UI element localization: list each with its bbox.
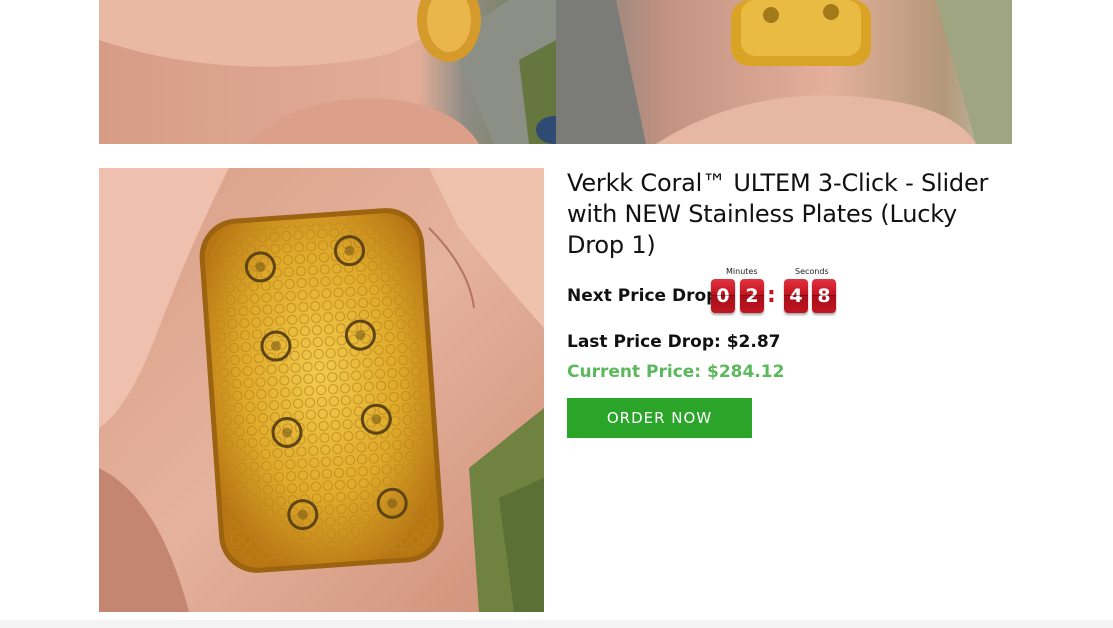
product-main-photo[interactable] bbox=[99, 168, 544, 612]
product-page: Verkk Coral™ ULTEM 3-Click - Slider with… bbox=[0, 0, 1113, 628]
minutes-label: Minutes bbox=[726, 267, 758, 276]
seconds-ones-digit: 8 bbox=[812, 279, 836, 313]
photo-coral-slider-in-hand bbox=[99, 168, 544, 612]
gallery-photo-top-left[interactable] bbox=[99, 0, 556, 144]
seconds-label: Seconds bbox=[795, 267, 829, 276]
product-info: Verkk Coral™ ULTEM 3-Click - Slider with… bbox=[567, 168, 1007, 438]
minutes-tens-digit: 0 bbox=[711, 279, 735, 313]
next-price-drop-label: Next Price Drop: bbox=[567, 286, 726, 306]
price-drop-countdown: Next Price Drop: Minutes Seconds 0 2 : 4… bbox=[567, 267, 1007, 317]
photo-hand-holding-slider-front bbox=[556, 0, 1012, 144]
gallery-photo-top-right[interactable] bbox=[556, 0, 1012, 144]
seconds-tens-digit: 4 bbox=[784, 279, 808, 313]
minutes-ones-digit: 2 bbox=[740, 279, 764, 313]
countdown-separator: : bbox=[767, 283, 776, 308]
photo-hand-holding-slider-side bbox=[99, 0, 556, 144]
product-title: Verkk Coral™ ULTEM 3-Click - Slider with… bbox=[567, 169, 989, 259]
last-price-drop: Last Price Drop: $2.87 bbox=[567, 332, 781, 352]
current-price: Current Price: $284.12 bbox=[567, 362, 785, 382]
order-now-button[interactable]: ORDER NOW bbox=[567, 398, 752, 438]
page-bottom-edge bbox=[0, 620, 1113, 628]
